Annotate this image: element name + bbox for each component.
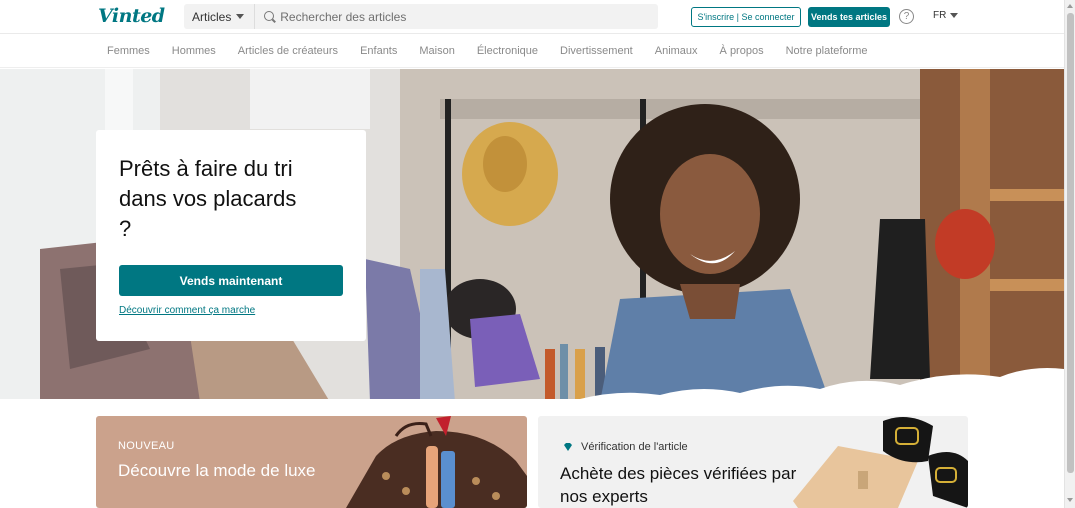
scroll-up-arrow-icon[interactable] (1067, 4, 1073, 8)
promo-title: Découvre la mode de luxe (118, 461, 316, 480)
search-icon (264, 10, 276, 23)
nav-item-hommes[interactable]: Hommes (161, 45, 227, 57)
nav-item-plateforme[interactable]: Notre plateforme (775, 45, 879, 57)
category-nav: Femmes Hommes Articles de créateurs Enfa… (0, 35, 1064, 68)
luxury-promo-card[interactable]: NOUVEAU Découvre la mode de luxe (96, 416, 527, 508)
verification-promo-card[interactable]: Vérification de l'article Achète des piè… (538, 416, 968, 508)
nav-item-femmes[interactable]: Femmes (96, 45, 161, 57)
hero-title: Prêts à faire du tri dans vos placards ? (119, 156, 297, 241)
vinted-logo[interactable]: Vinted (98, 5, 165, 27)
promo-eyebrow: NOUVEAU (118, 440, 175, 452)
help-icon[interactable]: ? (899, 9, 914, 24)
language-label: FR (933, 10, 947, 21)
top-bar: Vinted Articles S'inscrire | Se connecte… (0, 0, 1064, 34)
nav-item-divertissement[interactable]: Divertissement (549, 45, 644, 57)
verification-eyebrow: Vérification de l'article (563, 441, 688, 453)
hero-banner: Prêts à faire du tri dans vos placards ?… (0, 69, 1064, 402)
login-signup-button[interactable]: S'inscrire | Se connecter (691, 7, 801, 27)
scroll-thumb[interactable] (1067, 13, 1074, 473)
how-it-works-link[interactable]: Découvrir comment ça marche (119, 305, 255, 316)
verification-eyebrow-label: Vérification de l'article (581, 441, 688, 453)
nav-item-createurs[interactable]: Articles de créateurs (227, 45, 349, 57)
sell-now-button[interactable]: Vends maintenant (119, 265, 343, 296)
language-selector[interactable]: FR (933, 10, 959, 21)
search-input[interactable] (280, 9, 658, 24)
scroll-down-arrow-icon[interactable] (1067, 498, 1073, 502)
search-category-dropdown[interactable]: Articles (184, 4, 256, 29)
verification-title: Achète des pièces vérifiées par nos expe… (560, 464, 797, 506)
sell-items-button[interactable]: Vends tes articles (808, 7, 890, 27)
nav-item-a-propos[interactable]: À propos (709, 45, 775, 57)
nav-item-animaux[interactable]: Animaux (644, 45, 709, 57)
search-category-label: Articles (192, 9, 232, 24)
nav-item-enfants[interactable]: Enfants (349, 45, 408, 57)
chevron-down-icon (236, 14, 245, 19)
hero-card: Prêts à faire du tri dans vos placards ?… (96, 130, 366, 341)
diamond-icon (564, 443, 572, 451)
search-bar: Articles (184, 4, 658, 29)
nav-item-electronique[interactable]: Électronique (466, 45, 549, 57)
page-scrollbar[interactable] (1064, 0, 1075, 508)
chevron-down-icon (950, 13, 959, 18)
nav-item-maison[interactable]: Maison (408, 45, 465, 57)
